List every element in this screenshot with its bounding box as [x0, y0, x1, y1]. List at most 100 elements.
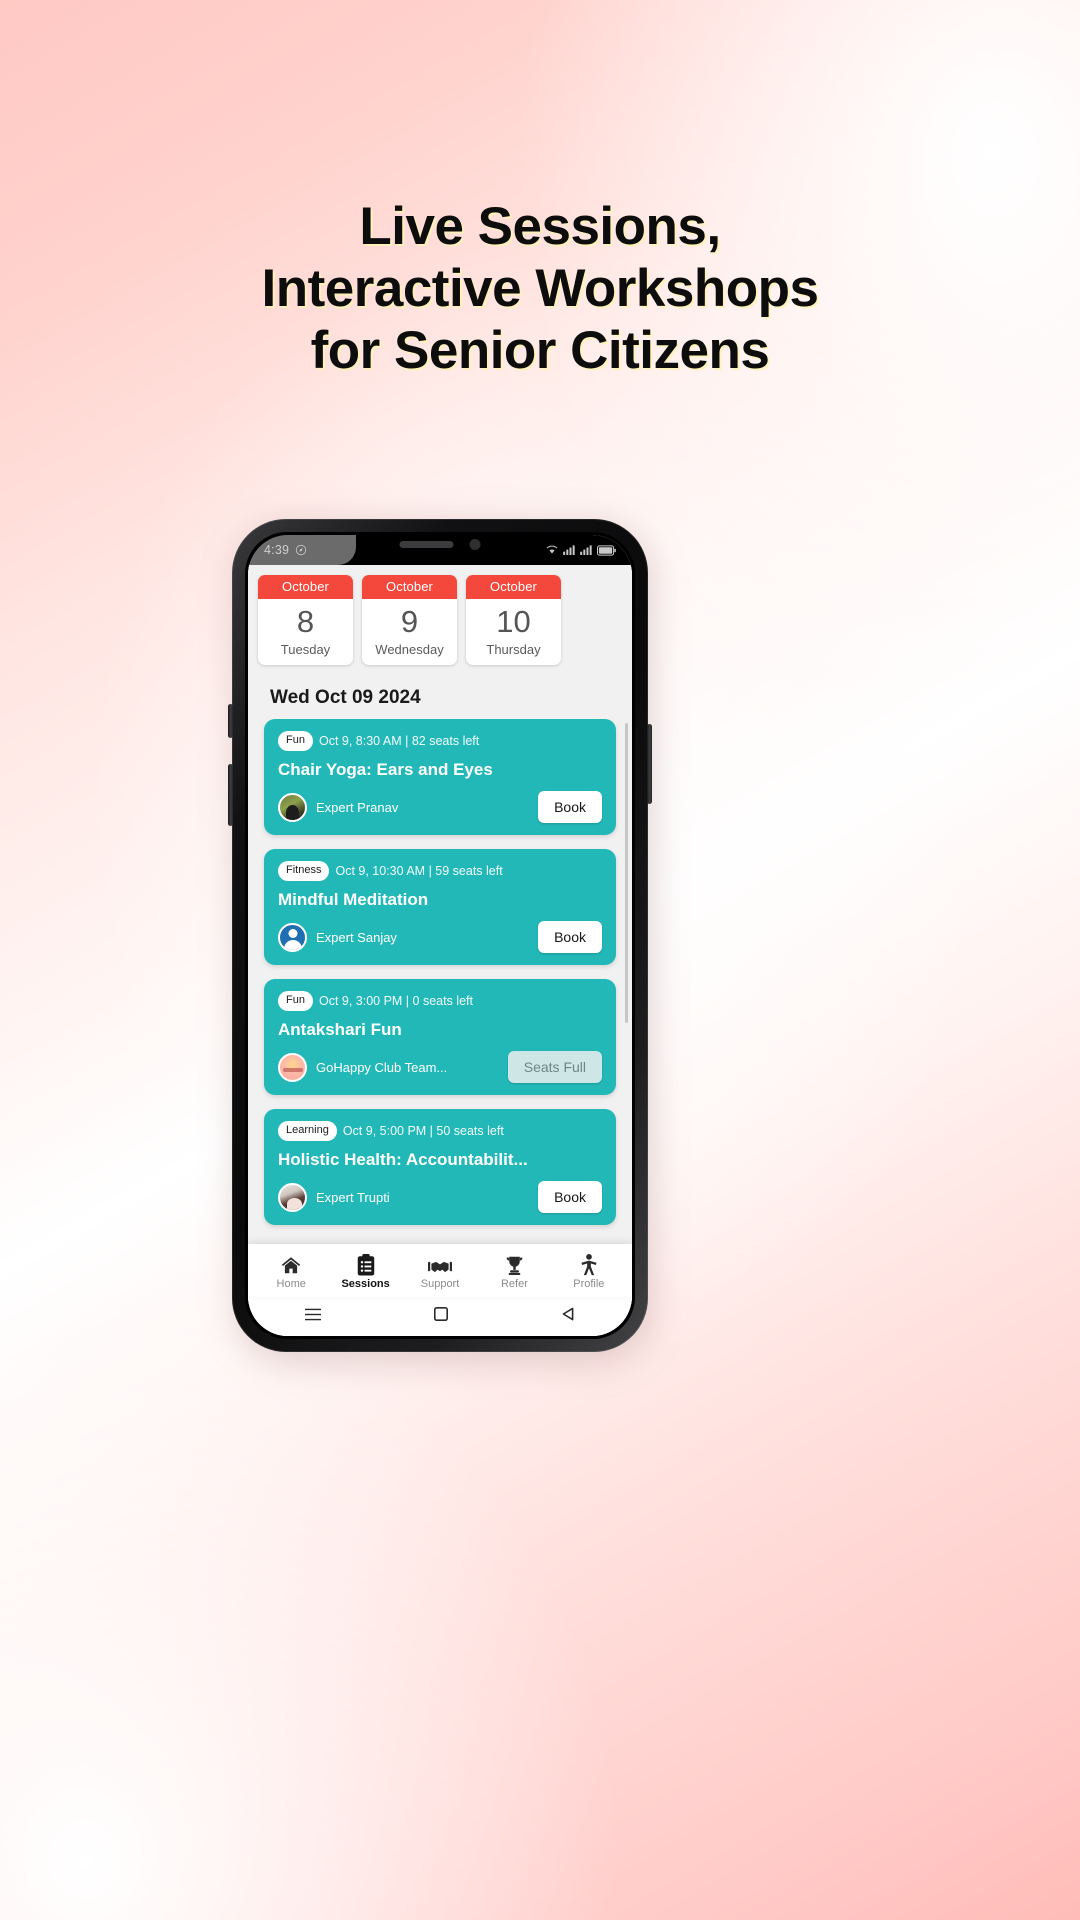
session-title: Mindful Meditation	[278, 890, 429, 909]
session-expert-name: Expert Pranav	[316, 799, 399, 815]
status-bar-left: 4:39	[264, 543, 307, 557]
compass-icon	[295, 544, 307, 556]
date-card-day: 10	[496, 604, 531, 639]
nav-item-profile[interactable]: Profile	[552, 1252, 626, 1290]
earpiece-speaker	[399, 541, 454, 548]
status-bar-time: 4:39	[264, 543, 290, 557]
handshake-icon	[428, 1252, 453, 1276]
session-meta: Fun Oct 9, 8:30 AM | 82 seats left	[278, 731, 602, 751]
session-expert: Expert Trupti	[278, 1182, 390, 1212]
status-bar-right	[546, 544, 616, 556]
nav-label: Home	[276, 1278, 306, 1290]
date-card-weekday: Tuesday	[280, 642, 331, 657]
session-meta: Fun Oct 9, 3:00 PM | 0 seats left	[278, 991, 602, 1011]
headline-line-1: Live Sessions,	[359, 197, 721, 256]
phone-button-left-upper	[228, 704, 233, 738]
avatar	[278, 1052, 307, 1082]
selected-day-heading: Wed Oct 09 2024	[248, 671, 632, 719]
session-title: Chair Yoga: Ears and Eyes	[278, 760, 493, 779]
nav-label: Sessions	[341, 1278, 390, 1290]
session-time-seats: Oct 9, 5:00 PM | 50 seats left	[342, 1124, 504, 1138]
book-button[interactable]: Book	[538, 791, 602, 823]
phone-bezel: 4:39 October 8 Tuesday October 9 Wednesd…	[245, 532, 635, 1339]
android-navigation-bar	[248, 1297, 632, 1336]
session-expert: Expert Sanjay	[278, 922, 397, 952]
notch-hardware	[399, 539, 481, 550]
wifi-icon	[546, 545, 558, 555]
session-expert: GoHappy Club Team...	[278, 1052, 448, 1082]
page-headline: Live Sessions, Interactive Workshops for…	[0, 196, 1080, 382]
session-footer: GoHappy Club Team... Seats Full	[278, 1051, 602, 1083]
date-card-month: October	[362, 575, 457, 599]
session-expert-name: Expert Trupti	[316, 1189, 390, 1205]
headline-line-2: Interactive Workshops	[261, 259, 819, 318]
bottom-navigation: Home Sessions Support Refer Profile	[248, 1244, 632, 1297]
menu-icon[interactable]	[304, 1308, 321, 1324]
phone-screen: 4:39 October 8 Tuesday October 9 Wednesd…	[248, 535, 632, 1336]
session-title: Holistic Health: Accountabilit...	[278, 1150, 528, 1169]
session-card-chair-yoga[interactable]: Fun Oct 9, 8:30 AM | 82 seats left Chair…	[264, 719, 616, 835]
avatar	[278, 1182, 307, 1212]
battery-icon	[596, 544, 616, 556]
person-icon	[580, 1252, 598, 1276]
trophy-icon	[504, 1252, 525, 1276]
nav-label: Refer	[500, 1278, 528, 1290]
session-footer: Expert Sanjay Book	[278, 921, 602, 953]
session-card-holistic-health[interactable]: Learning Oct 9, 5:00 PM | 50 seats left …	[264, 1109, 616, 1225]
phone-mockup: 4:39 October 8 Tuesday October 9 Wednesd…	[228, 519, 652, 1362]
date-card-day: 8	[296, 604, 315, 639]
session-expert-name: GoHappy Club Team...	[316, 1059, 448, 1075]
signal-icon	[563, 545, 575, 555]
date-card-oct-8[interactable]: October 8 Tuesday	[258, 575, 353, 665]
date-card-oct-9[interactable]: October 9 Wednesday	[362, 575, 457, 665]
session-category-tag: Fun	[278, 991, 313, 1011]
session-footer: Expert Pranav Book	[278, 791, 602, 823]
session-time-seats: Oct 9, 10:30 AM | 59 seats left	[335, 864, 503, 878]
clipboard-icon	[356, 1252, 376, 1276]
phone-button-left-lower	[228, 764, 233, 826]
nav-label: Support	[420, 1278, 460, 1290]
nav-item-refer[interactable]: Refer	[477, 1252, 551, 1290]
session-title: Antakshari Fun	[278, 1020, 402, 1039]
date-card-month: October	[466, 575, 561, 599]
avatar	[278, 792, 307, 822]
session-list: Fun Oct 9, 8:30 AM | 82 seats left Chair…	[248, 719, 632, 1244]
session-card-antakshari-fun[interactable]: Fun Oct 9, 3:00 PM | 0 seats left Antaks…	[264, 979, 616, 1095]
book-button[interactable]: Book	[538, 1181, 602, 1213]
session-meta: Learning Oct 9, 5:00 PM | 50 seats left	[278, 1121, 602, 1141]
headline-line-3: for Senior Citizens	[310, 321, 770, 380]
phone-frame: 4:39 October 8 Tuesday October 9 Wednesd…	[228, 519, 652, 1352]
home-icon	[280, 1252, 302, 1276]
date-selector-strip[interactable]: October 8 Tuesday October 9 Wednesday Oc…	[248, 565, 632, 671]
avatar	[278, 922, 307, 952]
front-camera	[469, 539, 481, 550]
date-card-weekday: Wednesday	[375, 642, 444, 657]
session-expert: Expert Pranav	[278, 792, 399, 822]
square-icon[interactable]	[433, 1307, 448, 1324]
session-meta: Fitness Oct 9, 10:30 AM | 59 seats left	[278, 861, 602, 881]
status-bar: 4:39	[248, 535, 632, 565]
session-category-tag: Fun	[278, 731, 313, 751]
session-category-tag: Learning	[278, 1121, 337, 1141]
nav-label: Profile	[573, 1278, 605, 1290]
session-card-mindful-meditation[interactable]: Fitness Oct 9, 10:30 AM | 59 seats left …	[264, 849, 616, 965]
date-card-day: 9	[400, 604, 419, 639]
scrollbar[interactable]	[625, 723, 628, 1023]
signal-icon	[580, 545, 592, 555]
session-expert-name: Expert Sanjay	[316, 929, 397, 945]
app-content: October 8 Tuesday October 9 Wednesday Oc…	[248, 565, 632, 1336]
triangle-back-icon[interactable]	[561, 1307, 575, 1324]
date-card-month: October	[258, 575, 353, 599]
book-button[interactable]: Book	[538, 921, 602, 953]
session-time-seats: Oct 9, 8:30 AM | 82 seats left	[318, 734, 480, 748]
session-time-seats: Oct 9, 3:00 PM | 0 seats left	[318, 994, 473, 1008]
phone-button-right	[647, 724, 652, 804]
seats-full-button: Seats Full	[507, 1051, 602, 1083]
date-card-weekday: Thursday	[486, 642, 541, 657]
session-footer: Expert Trupti Book	[278, 1181, 602, 1213]
nav-item-home[interactable]: Home	[254, 1252, 328, 1290]
date-card-oct-10[interactable]: October 10 Thursday	[466, 575, 561, 665]
nav-item-sessions[interactable]: Sessions	[328, 1252, 402, 1290]
session-category-tag: Fitness	[278, 861, 330, 881]
nav-item-support[interactable]: Support	[403, 1252, 477, 1290]
